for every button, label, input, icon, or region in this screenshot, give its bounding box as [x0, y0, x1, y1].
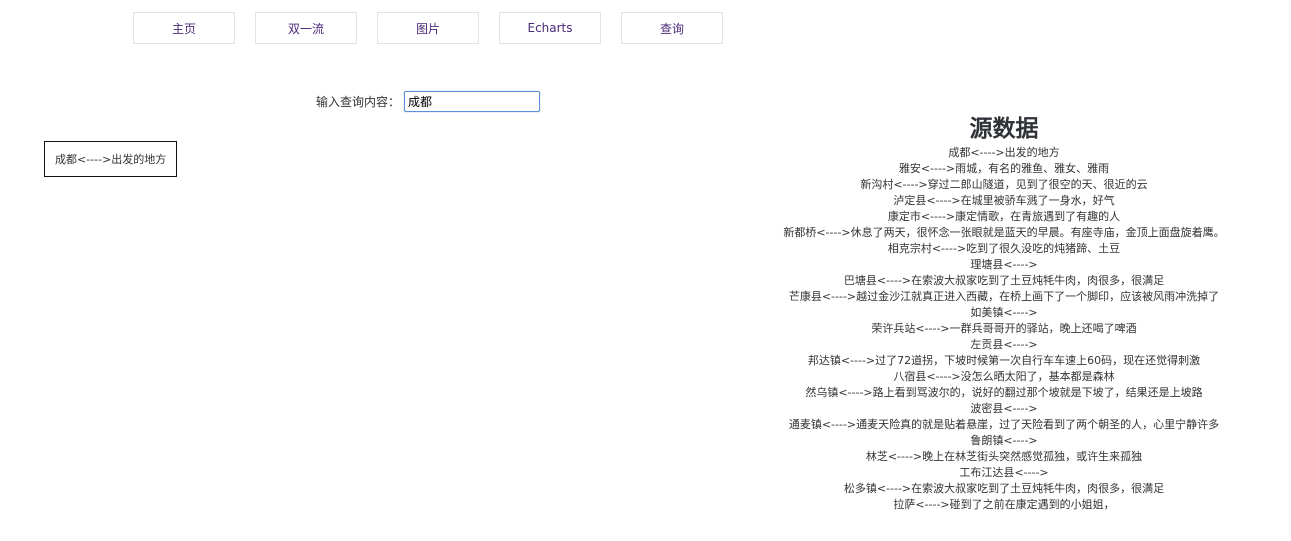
nav-query-button[interactable]: 查询: [621, 12, 723, 44]
nav-images-button[interactable]: 图片: [377, 12, 479, 44]
query-result-text: 成都<---->出发的地方: [55, 153, 167, 166]
top-nav: 主页 双一流 图片 Echarts 查询: [133, 12, 723, 44]
list-item: 荣许兵站<---->一群兵哥哥开的驿站，晚上还喝了啤酒: [871, 322, 1137, 335]
list-item: 泸定县<---->在城里被骄车溅了一身水，好气: [893, 194, 1115, 207]
list-item: 松多镇<---->在索波大叔家吃到了土豆炖牦牛肉，肉很多，很满足: [843, 482, 1165, 495]
list-item: 工布江达县<---->: [959, 466, 1049, 479]
query-result-box: 成都<---->出发的地方: [44, 141, 178, 177]
list-item: 邦达镇<---->过了72道拐，下坡时候第一次自行车车速上60码，现在还觉得刺激: [807, 354, 1201, 367]
list-item: 巴塘县<---->在索波大叔家吃到了土豆炖牦牛肉，肉很多，很满足: [843, 274, 1165, 287]
source-data-title: 源数据: [969, 116, 1039, 142]
list-item: 林芝<---->晚上在林芝街头突然感觉孤独，或许生来孤独: [865, 450, 1143, 463]
list-item: 康定市<---->康定情歌，在青旅遇到了有趣的人: [887, 210, 1121, 223]
search-label: 输入查询内容：: [316, 95, 401, 109]
list-item: 如美镇<---->: [970, 306, 1038, 319]
list-item: 雅安<---->雨城，有名的雅鱼、雅女、雅雨: [898, 162, 1110, 175]
search-row: 输入查询内容：: [316, 91, 541, 112]
list-item: 理塘县<---->: [970, 258, 1038, 271]
nav-double-first-class-button[interactable]: 双一流: [255, 12, 357, 44]
source-data-list: 成都<---->出发的地方 雅安<---->雨城，有名的雅鱼、雅女、雅雨 新沟村…: [740, 145, 1268, 513]
list-item: 八宿县<---->没怎么晒太阳了，基本都是森林: [893, 370, 1115, 383]
page-root: 主页 双一流 图片 Echarts 查询 输入查询内容： 成都<---->出发的…: [0, 0, 1291, 541]
list-item: 然乌镇<---->路上看到骂波尔的，说好的翻过那个坡就是下坡了，结果还是上坡路: [805, 386, 1203, 399]
list-item: 左贡县<---->: [970, 338, 1038, 351]
nav-echarts-button[interactable]: Echarts: [499, 12, 601, 44]
nav-home-button[interactable]: 主页: [133, 12, 235, 44]
list-item: 鲁朗镇<---->: [970, 434, 1038, 447]
list-item: 新沟村<---->穿过二郎山隧道，见到了很空的天、很近的云: [860, 178, 1148, 191]
list-item: 相克宗村<---->吃到了很久没吃的炖猪蹄、土豆: [887, 242, 1121, 255]
list-item: 通麦镇<---->通麦天险真的就是贴着悬崖，过了天险看到了两个朝圣的人，心里宁静…: [788, 418, 1220, 431]
search-input[interactable]: [404, 91, 541, 112]
list-item: 成都<---->出发的地方: [948, 146, 1060, 159]
list-item: 拉萨<---->碰到了之前在康定遇到的小姐姐，: [893, 498, 1115, 511]
list-item: 芒康县<---->越过金沙江就真正进入西藏，在桥上画下了一个脚印，应该被风雨冲洗…: [788, 290, 1220, 303]
source-data-panel: 源数据 成都<---->出发的地方 雅安<---->雨城，有名的雅鱼、雅女、雅雨…: [740, 113, 1268, 513]
list-item: 新都桥<---->休息了两天，很怀念一张眼就是蓝天的早晨。有座寺庙，金顶上面盘旋…: [783, 226, 1225, 239]
list-item: 波密县<---->: [970, 402, 1038, 415]
